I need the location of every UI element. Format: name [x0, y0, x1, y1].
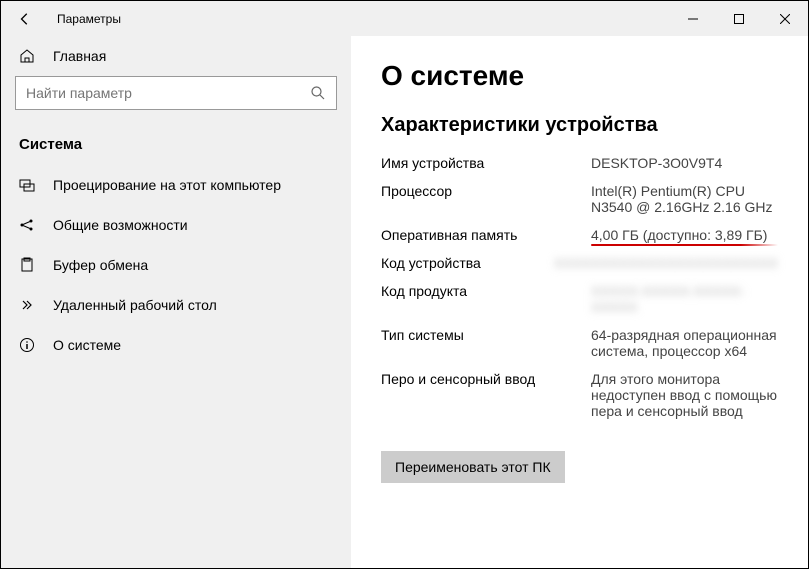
close-button[interactable]: [762, 1, 808, 36]
spec-label: Процессор: [381, 183, 591, 215]
share-icon: [19, 217, 35, 233]
sidebar-item-shared[interactable]: Общие возможности: [1, 205, 351, 245]
home-label: Главная: [53, 48, 106, 64]
rename-pc-button[interactable]: Переименовать этот ПК: [381, 451, 565, 483]
sidebar-item-label: Проецирование на этот компьютер: [53, 177, 281, 193]
spec-label: Имя устройства: [381, 155, 591, 171]
spec-value-blurred: XXXXXXXXXXXXXXXXXXXXXXXX: [554, 255, 778, 271]
home-icon: [19, 48, 35, 64]
spec-row-device-id: Код устройства XXXXXXXXXXXXXXXXXXXXXXXX: [381, 255, 778, 271]
search-input[interactable]: [26, 85, 310, 101]
search-icon: [310, 85, 326, 101]
spec-label: Код устройства: [381, 255, 554, 271]
spec-label: Перо и сенсорный ввод: [381, 371, 591, 419]
spec-label: Код продукта: [381, 283, 591, 315]
spec-value: Для этого монитора недоступен ввод с пом…: [591, 371, 778, 419]
ram-text: 4,00 ГБ (доступно: 3,89 ГБ): [591, 227, 767, 243]
sidebar-item-label: Удаленный рабочий стол: [53, 297, 217, 313]
titlebar: Параметры: [1, 1, 808, 36]
sidebar-item-remote[interactable]: Удаленный рабочий стол: [1, 285, 351, 325]
back-button[interactable]: [1, 1, 49, 36]
section-heading: Характеристики устройства: [381, 114, 778, 137]
spec-row-pen-touch: Перо и сенсорный ввод Для этого монитора…: [381, 371, 778, 419]
sidebar: Главная Система Проецирование на этот ко…: [1, 36, 351, 568]
spec-row-product-id: Код продукта XXXXX-XXXXX-XXXXX-XXXXX: [381, 283, 778, 315]
clipboard-icon: [19, 257, 35, 273]
spec-row-ram: Оперативная память 4,00 ГБ (доступно: 3,…: [381, 227, 778, 243]
spec-value-blurred: XXXXX-XXXXX-XXXXX-XXXXX: [591, 283, 778, 315]
highlight-underline: [591, 244, 778, 246]
spec-value: 64-разрядная операционная система, проце…: [591, 327, 778, 359]
window-body: Главная Система Проецирование на этот ко…: [1, 36, 808, 568]
remote-icon: [19, 297, 35, 313]
sidebar-item-label: О системе: [53, 337, 121, 353]
spec-row-device-name: Имя устройства DESKTOP-3O0V9T4: [381, 155, 778, 171]
spec-value: Intel(R) Pentium(R) CPU N3540 @ 2.16GHz …: [591, 183, 778, 215]
window-title: Параметры: [57, 12, 121, 26]
page-title: О системе: [381, 60, 778, 92]
window-controls: [670, 1, 808, 36]
back-arrow-icon: [18, 12, 32, 26]
sidebar-item-clipboard[interactable]: Буфер обмена: [1, 245, 351, 285]
search-wrap: [1, 76, 351, 120]
content-area: О системе Характеристики устройства Имя …: [351, 36, 808, 568]
home-link[interactable]: Главная: [1, 36, 351, 76]
close-icon: [780, 14, 790, 24]
spec-row-processor: Процессор Intel(R) Pentium(R) CPU N3540 …: [381, 183, 778, 215]
settings-window: Параметры Главная Система Проецирование: [0, 0, 809, 569]
maximize-button[interactable]: [716, 1, 762, 36]
sidebar-item-projecting[interactable]: Проецирование на этот компьютер: [1, 165, 351, 205]
sidebar-section-title: Система: [1, 120, 351, 165]
spec-value: DESKTOP-3O0V9T4: [591, 155, 778, 171]
minimize-icon: [688, 14, 698, 24]
project-icon: [19, 177, 35, 193]
search-box[interactable]: [15, 76, 337, 110]
info-icon: [19, 337, 35, 353]
spec-row-system-type: Тип системы 64-разрядная операционная си…: [381, 327, 778, 359]
sidebar-item-label: Буфер обмена: [53, 257, 148, 273]
maximize-icon: [734, 14, 744, 24]
spec-value-ram: 4,00 ГБ (доступно: 3,89 ГБ): [591, 227, 778, 243]
sidebar-item-label: Общие возможности: [53, 217, 188, 233]
spec-label: Оперативная память: [381, 227, 591, 243]
minimize-button[interactable]: [670, 1, 716, 36]
spec-label: Тип системы: [381, 327, 591, 359]
sidebar-item-about[interactable]: О системе: [1, 325, 351, 365]
